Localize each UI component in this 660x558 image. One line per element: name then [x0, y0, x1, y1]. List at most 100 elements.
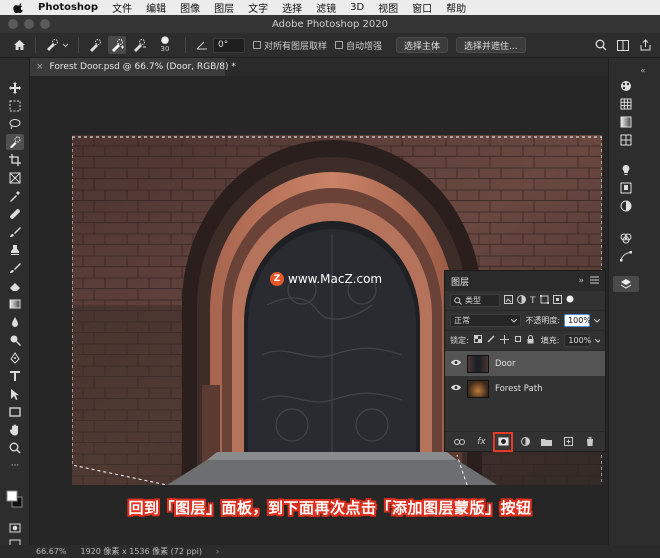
gradients-panel-icon[interactable]: [617, 114, 635, 130]
collapse-panel-icon[interactable]: »: [578, 276, 584, 286]
sample-all-layers-checkbox[interactable]: 对所有图层取样: [253, 39, 327, 52]
pen-tool-icon[interactable]: [6, 350, 24, 366]
chevron-down-icon[interactable]: [595, 338, 600, 343]
expand-panels-icon[interactable]: «: [635, 62, 651, 78]
gradient-tool-icon[interactable]: [6, 296, 24, 312]
layer-row-door[interactable]: Door: [445, 351, 605, 376]
chevron-down-icon[interactable]: [594, 318, 600, 323]
menu-help[interactable]: 帮助: [446, 0, 466, 15]
menu-select[interactable]: 选择: [282, 0, 302, 15]
eraser-tool-icon[interactable]: [6, 278, 24, 294]
layer-filter-kind-select[interactable]: 类型: [450, 294, 500, 307]
color-panel-icon[interactable]: [617, 78, 635, 94]
layer-name: Door: [495, 358, 516, 369]
home-icon[interactable]: [10, 36, 28, 54]
add-to-selection-icon[interactable]: [108, 36, 126, 54]
menu-image[interactable]: 图像: [180, 0, 200, 15]
dodge-tool-icon[interactable]: [6, 332, 24, 348]
new-layer-icon[interactable]: [562, 435, 576, 449]
filter-adjustment-icon[interactable]: [517, 294, 526, 307]
layer-filter-kind-value: 类型: [465, 296, 481, 305]
menu-filter[interactable]: 滤镜: [316, 0, 336, 15]
clone-stamp-tool-icon[interactable]: [6, 242, 24, 258]
close-tab-icon[interactable]: ×: [36, 62, 44, 72]
fill-field[interactable]: 100%: [564, 334, 591, 347]
eyedropper-tool-icon[interactable]: [6, 188, 24, 204]
swatches-panel-icon[interactable]: [617, 96, 635, 112]
layer-row-forest-path[interactable]: Forest Path: [445, 376, 605, 401]
menu-type[interactable]: 文字: [248, 0, 268, 15]
learn-panel-icon[interactable]: [617, 162, 635, 178]
patterns-panel-icon[interactable]: [617, 132, 635, 148]
lock-position-icon[interactable]: [499, 334, 509, 347]
angle-field[interactable]: 0°: [213, 37, 245, 53]
search-icon[interactable]: [592, 36, 610, 54]
lock-transparent-pixels-icon[interactable]: [473, 335, 482, 346]
quick-mask-icon[interactable]: [6, 520, 24, 536]
menu-window[interactable]: 窗口: [412, 0, 432, 15]
blend-mode-select[interactable]: 正常: [450, 314, 522, 327]
filter-smart-object-icon[interactable]: [552, 294, 562, 307]
group-folder-icon[interactable]: [540, 435, 554, 449]
hand-tool-icon[interactable]: [6, 422, 24, 438]
path-selection-tool-icon[interactable]: [6, 386, 24, 402]
lock-image-pixels-icon[interactable]: [487, 335, 495, 346]
channels-panel-icon[interactable]: [617, 230, 635, 246]
trash-icon[interactable]: [583, 435, 597, 449]
status-expand-icon[interactable]: ›: [216, 547, 219, 556]
lasso-tool-icon[interactable]: [6, 116, 24, 132]
brush-tool-icon[interactable]: [6, 224, 24, 240]
menu-file[interactable]: 文件: [112, 0, 132, 15]
add-layer-mask-icon[interactable]: [493, 431, 514, 452]
lock-artboard-icon[interactable]: [514, 335, 522, 346]
libraries-panel-icon[interactable]: [617, 180, 635, 196]
type-tool-icon[interactable]: [6, 368, 24, 384]
panel-menu-icon[interactable]: [590, 276, 599, 287]
rectangle-tool-icon[interactable]: [6, 404, 24, 420]
zoom-tool-icon[interactable]: [6, 440, 24, 456]
more-tools-icon[interactable]: ···: [6, 458, 24, 474]
menu-layer[interactable]: 图层: [214, 0, 234, 15]
filter-toggle-icon[interactable]: [566, 295, 574, 306]
document-tab[interactable]: × Forest Door.psd @ 66.7% (Door, RGB/8) …: [30, 58, 236, 76]
new-selection-icon[interactable]: [86, 36, 104, 54]
healing-brush-tool-icon[interactable]: [6, 206, 24, 222]
layers-panel-title[interactable]: 图层: [451, 275, 469, 288]
link-icon[interactable]: [453, 435, 467, 449]
subtract-from-selection-icon[interactable]: [130, 36, 148, 54]
brush-size-picker[interactable]: 30: [152, 36, 178, 54]
marquee-tool-icon[interactable]: [6, 98, 24, 114]
workspace-icon[interactable]: [614, 36, 632, 54]
sample-all-layers-label: 对所有图层取样: [264, 41, 328, 52]
quick-selection-preset-icon[interactable]: [43, 36, 71, 54]
visibility-eye-icon[interactable]: [451, 359, 461, 369]
blur-tool-icon[interactable]: [6, 314, 24, 330]
frame-tool-icon[interactable]: [6, 170, 24, 186]
layers-panel-icon[interactable]: [613, 276, 639, 292]
angle-icon: [193, 36, 211, 54]
select-and-mask-button[interactable]: 选择并遮住...: [456, 37, 526, 53]
opacity-field[interactable]: 100%: [564, 314, 591, 327]
menu-view[interactable]: 视图: [378, 0, 398, 15]
filter-type-icon[interactable]: T: [530, 296, 536, 306]
adjustments-panel-icon[interactable]: [617, 198, 635, 214]
adjustment-icon[interactable]: [518, 435, 532, 449]
filter-pixel-icon[interactable]: [504, 294, 513, 307]
filter-shape-icon[interactable]: [539, 294, 549, 307]
lock-all-icon[interactable]: [527, 334, 534, 347]
menu-3d[interactable]: 3D: [350, 2, 364, 13]
quick-selection-tool-icon[interactable]: [6, 134, 24, 150]
visibility-eye-icon[interactable]: [451, 384, 461, 394]
fx-icon[interactable]: fx: [475, 435, 489, 449]
auto-enhance-checkbox[interactable]: 自动增强: [335, 39, 382, 52]
share-icon[interactable]: [636, 36, 654, 54]
history-brush-tool-icon[interactable]: [6, 260, 24, 276]
menu-app-photoshop[interactable]: Photoshop: [38, 2, 98, 13]
select-subject-button[interactable]: 选择主体: [396, 37, 449, 53]
menu-edit[interactable]: 编辑: [146, 0, 166, 15]
apple-logo-icon[interactable]: [12, 2, 26, 14]
paths-panel-icon[interactable]: [617, 248, 635, 264]
zoom-level[interactable]: 66.67%: [36, 547, 67, 556]
move-tool-icon[interactable]: [6, 80, 24, 96]
crop-tool-icon[interactable]: [6, 152, 24, 168]
